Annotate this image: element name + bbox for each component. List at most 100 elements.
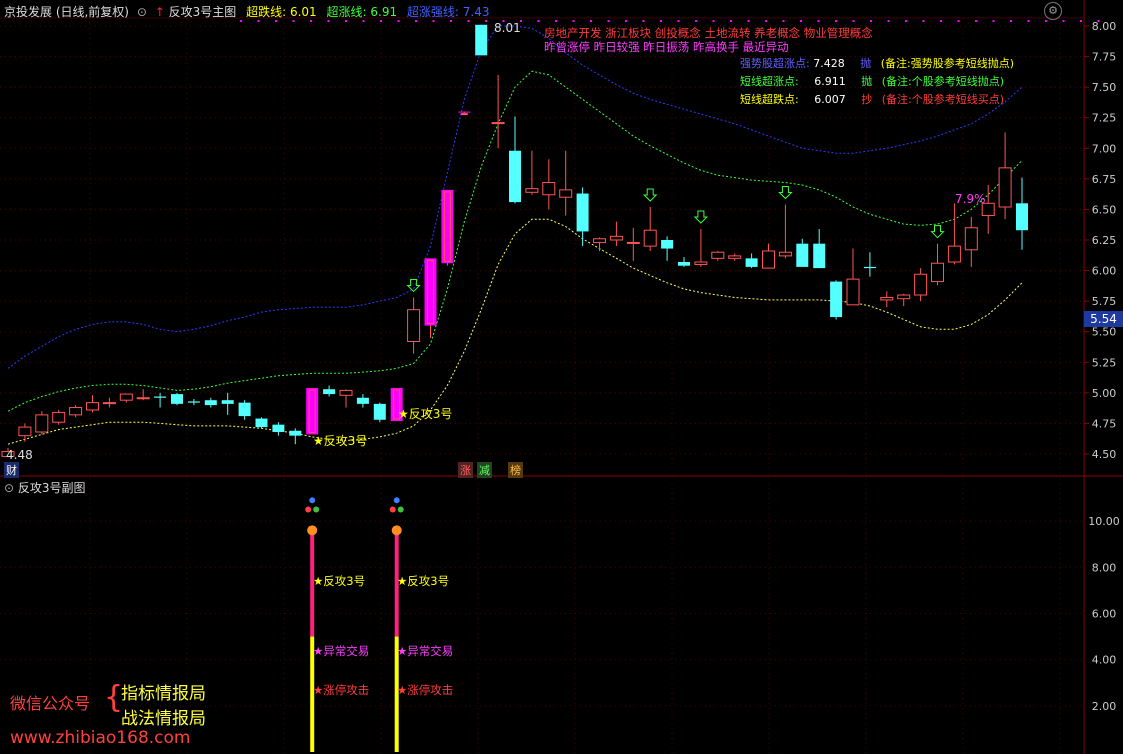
settings-icon[interactable]: ⚙ bbox=[1044, 2, 1062, 20]
top-dot-marker bbox=[555, 20, 557, 22]
watermark-line1: 指标情报局 bbox=[121, 684, 206, 704]
top-dot-marker bbox=[957, 20, 960, 22]
candle-down-body bbox=[475, 24, 488, 56]
top-dot-marker bbox=[275, 20, 277, 22]
peach-icon bbox=[391, 525, 402, 536]
candle-up-body bbox=[35, 414, 49, 433]
top-dot-marker bbox=[327, 20, 330, 22]
top-dot-marker bbox=[607, 20, 610, 22]
candle-down-body bbox=[830, 281, 843, 318]
top-dot-marker bbox=[765, 20, 767, 22]
indicator-name[interactable]: 反攻3号主图 bbox=[169, 5, 237, 19]
finance-tag[interactable]: 财 bbox=[4, 462, 19, 478]
candle-up-body bbox=[626, 241, 640, 244]
limit-up-tag[interactable]: 涨 bbox=[458, 462, 473, 478]
top-dot-marker bbox=[887, 20, 890, 22]
sub-panel-header: ⊙ 反攻3号副图 bbox=[4, 479, 86, 496]
up-arrow-icon: ↑ bbox=[154, 5, 165, 19]
price-tick-label: 5.50 bbox=[1092, 326, 1117, 339]
top-dot-marker bbox=[730, 20, 732, 22]
candle-up-body bbox=[728, 255, 742, 259]
line2-label: 超涨线: bbox=[326, 5, 367, 19]
current-price-tag: 5.54 bbox=[1084, 311, 1123, 327]
top-dot-marker bbox=[835, 20, 837, 22]
note-short-down: 短线超跌点: 6.007 抄 (备注:个股参考短线买点) bbox=[740, 93, 1005, 106]
candle-up-body bbox=[643, 229, 657, 247]
price-tick-label: 6.25 bbox=[1092, 234, 1117, 247]
candle-up-body bbox=[711, 251, 725, 259]
note-strong: 强势股超涨点: 7.428 抛 (备注:强势股参考短线抛点) bbox=[740, 57, 1015, 70]
top-dot-marker bbox=[852, 20, 855, 22]
board-tag[interactable]: 榜 bbox=[508, 462, 523, 478]
watermark-site[interactable]: www.zhibiao168.com bbox=[10, 728, 190, 748]
top-dot-marker bbox=[1080, 20, 1082, 22]
buy-arrow-icon bbox=[930, 225, 945, 239]
top-dot-marker bbox=[590, 20, 592, 22]
candle-down-body bbox=[373, 403, 386, 420]
top-dot-marker bbox=[642, 20, 645, 22]
candle-up-body bbox=[880, 296, 894, 301]
top-dot-marker bbox=[870, 20, 872, 22]
top-dot-marker bbox=[240, 20, 242, 22]
sub-signal-b-2: ★异常交易 bbox=[397, 644, 454, 658]
top-dot-marker bbox=[975, 20, 977, 22]
price-tick-label: 7.00 bbox=[1092, 142, 1117, 155]
sub-panel-title[interactable]: 反攻3号副图 bbox=[18, 481, 86, 495]
candle-down-body bbox=[187, 401, 200, 403]
candle-up-body bbox=[694, 261, 708, 265]
candle-down-body bbox=[745, 258, 758, 267]
candle-signal-body bbox=[306, 387, 319, 435]
candle-down-body bbox=[813, 243, 826, 269]
candle-down-body bbox=[356, 397, 369, 404]
candle-down-body bbox=[796, 243, 809, 267]
top-dot-marker bbox=[537, 20, 540, 22]
top-dot-marker bbox=[817, 20, 820, 22]
candle-up-body bbox=[846, 278, 860, 306]
grid-lines bbox=[0, 0, 1123, 754]
candle-down-body bbox=[255, 418, 268, 428]
price-tick-label: 4.75 bbox=[1092, 417, 1117, 430]
top-dot-marker bbox=[257, 20, 260, 22]
candle-up-body bbox=[762, 250, 775, 269]
candle-up-body bbox=[914, 273, 928, 296]
signal-label-2: ★反攻3号 bbox=[398, 407, 453, 421]
candle-up-body bbox=[52, 411, 66, 423]
low-price-label: 4.48 bbox=[6, 448, 33, 462]
candle-series[interactable] bbox=[1, 24, 1028, 457]
line1-value: 6.01 bbox=[289, 5, 317, 19]
candle-up-body bbox=[609, 235, 623, 241]
line3-value: 7.43 bbox=[462, 5, 490, 19]
top-dot-marker bbox=[905, 20, 907, 22]
chart-canvas: 8.00 7.75 7.50 7.25 7.00 6.75 6.50 6.25 6.00 5.75… bbox=[0, 0, 1123, 754]
price-tick-label: 4.50 bbox=[1092, 448, 1117, 461]
sub-tick-label: 2.00 bbox=[1092, 700, 1117, 713]
top-dot-marker bbox=[467, 20, 470, 22]
line3-label: 超涨强线: bbox=[406, 5, 459, 19]
buy-arrow-markers bbox=[406, 186, 945, 293]
dot-icon bbox=[393, 497, 400, 504]
sub-signal-c-1: ★涨停攻击 bbox=[313, 683, 370, 697]
top-dot-marker bbox=[380, 20, 382, 22]
candle-down-body bbox=[171, 394, 183, 404]
candle-down-body bbox=[863, 266, 876, 269]
candle-up-body bbox=[18, 426, 32, 437]
candle-up-body bbox=[559, 189, 573, 198]
candle-up-body bbox=[542, 182, 556, 196]
candle-up-body bbox=[102, 402, 116, 405]
sub-signal-c-2: ★涨停攻击 bbox=[397, 683, 454, 697]
peach-icon bbox=[307, 525, 318, 536]
top-dot-marker bbox=[1062, 20, 1065, 22]
candle-up-body bbox=[86, 402, 99, 411]
stock-title[interactable]: 京投发展 (日线,前复权) bbox=[4, 5, 129, 19]
top-dot-marker bbox=[485, 20, 487, 22]
top-dot-marker bbox=[292, 20, 295, 22]
top-dot-marker bbox=[695, 20, 697, 22]
candle-up-body bbox=[339, 389, 353, 396]
reduce-tag[interactable]: 减 bbox=[477, 462, 492, 478]
collapse-icon[interactable]: ⊙ bbox=[137, 5, 147, 19]
sub-collapse-icon[interactable]: ⊙ bbox=[4, 481, 14, 495]
price-tick-label: 6.50 bbox=[1092, 203, 1117, 216]
candle-up-body bbox=[136, 397, 150, 400]
top-dot-marker bbox=[800, 20, 802, 22]
top-dot-marker bbox=[362, 20, 365, 22]
